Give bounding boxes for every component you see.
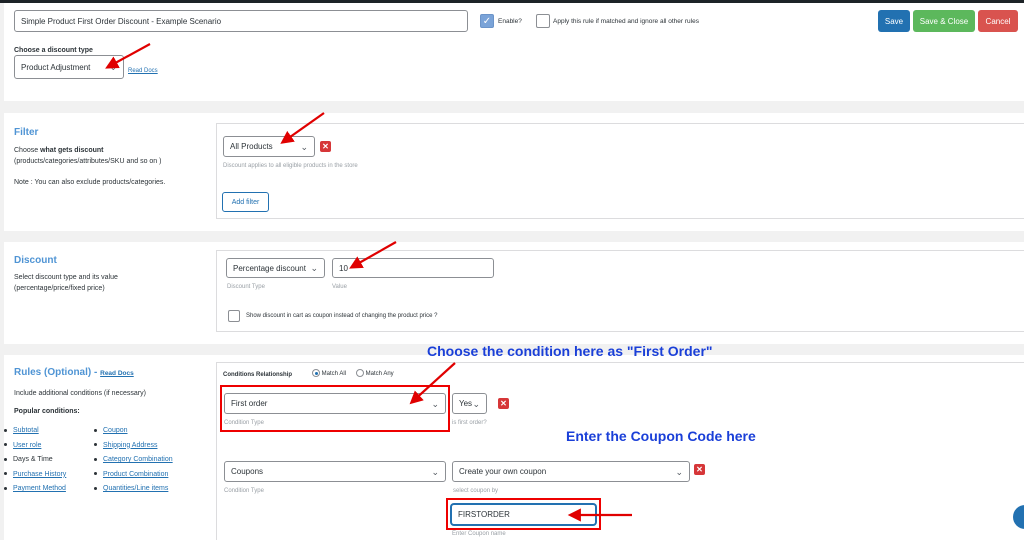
arrow-discount-value (349, 241, 397, 269)
arrow-discount-type (105, 43, 151, 69)
arrow-filter-select (280, 112, 325, 144)
arrow-condition-type (409, 362, 456, 405)
annotation-arrows (105, 43, 632, 522)
